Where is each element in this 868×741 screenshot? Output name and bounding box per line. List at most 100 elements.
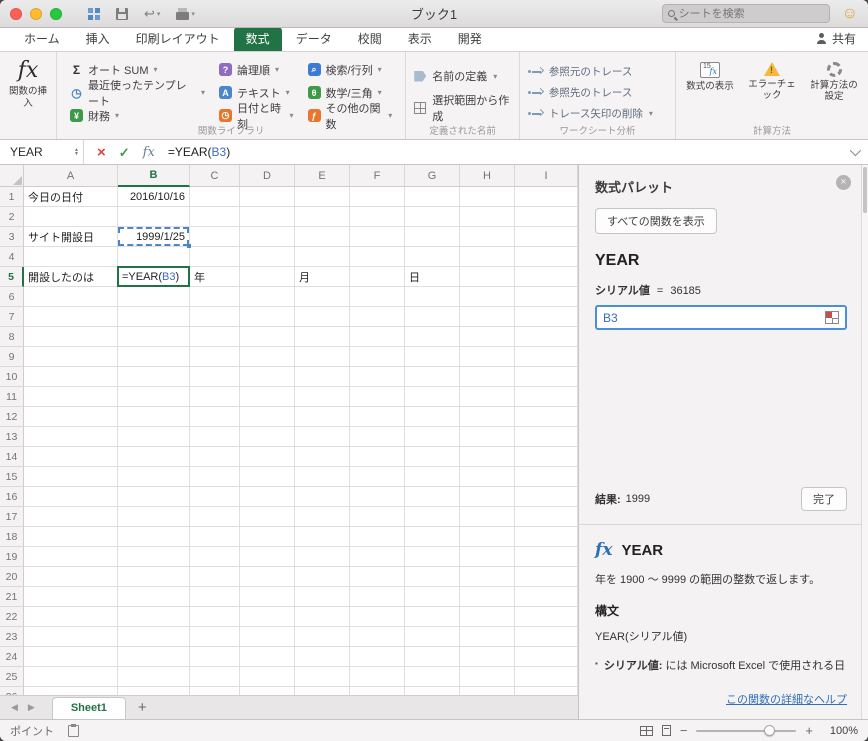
cell-I2[interactable] — [515, 207, 578, 227]
column-header-C[interactable]: C — [190, 165, 240, 187]
row-header-21[interactable]: 21 — [0, 587, 24, 607]
cell-E4[interactable] — [295, 247, 350, 267]
insert-function-fx-button[interactable]: fx — [143, 145, 155, 160]
share-button[interactable]: 共有 — [816, 30, 856, 51]
cell-G5[interactable]: 日 — [405, 267, 460, 287]
cell-H2[interactable] — [460, 207, 515, 227]
cell-G25[interactable] — [405, 667, 460, 687]
cell-I1[interactable] — [515, 187, 578, 207]
cell-E10[interactable] — [295, 367, 350, 387]
cell-E8[interactable] — [295, 327, 350, 347]
minimize-window-button[interactable] — [30, 7, 42, 20]
cell-D11[interactable] — [240, 387, 295, 407]
cell-I12[interactable] — [515, 407, 578, 427]
normal-view-icon[interactable] — [639, 725, 653, 736]
cell-H15[interactable] — [460, 467, 515, 487]
cell-C13[interactable] — [190, 427, 240, 447]
column-header-E[interactable]: E — [295, 165, 350, 187]
cell-F14[interactable] — [350, 447, 405, 467]
ribbon-create-from-selection-button[interactable]: 選択範囲から作成 — [414, 92, 511, 124]
cell-I14[interactable] — [515, 447, 578, 467]
zoom-in-button[interactable]: + — [805, 724, 813, 737]
cell-F21[interactable] — [350, 587, 405, 607]
search-box[interactable] — [661, 4, 830, 23]
ribbon-define-name-button[interactable]: 名前の定義 ▾ — [414, 68, 511, 84]
cell-H17[interactable] — [460, 507, 515, 527]
cell-H20[interactable] — [460, 567, 515, 587]
cell-F18[interactable] — [350, 527, 405, 547]
cell-H22[interactable] — [460, 607, 515, 627]
row-header-11[interactable]: 11 — [0, 387, 24, 407]
cell-D5[interactable] — [240, 267, 295, 287]
cell-E2[interactable] — [295, 207, 350, 227]
cell-D16[interactable] — [240, 487, 295, 507]
cell-B21[interactable] — [118, 587, 190, 607]
column-header-F[interactable]: F — [350, 165, 405, 187]
cell-F6[interactable] — [350, 287, 405, 307]
cell-C5[interactable]: 年 — [190, 267, 240, 287]
cell-H4[interactable] — [460, 247, 515, 267]
cell-D26[interactable] — [240, 687, 295, 695]
cell-G14[interactable] — [405, 447, 460, 467]
cell-G13[interactable] — [405, 427, 460, 447]
sheet-nav-left-icon[interactable]: ◀ — [6, 702, 23, 713]
cell-D18[interactable] — [240, 527, 295, 547]
cell-I11[interactable] — [515, 387, 578, 407]
cell-A15[interactable] — [24, 467, 118, 487]
cell-C11[interactable] — [190, 387, 240, 407]
row-header-4[interactable]: 4 — [0, 247, 24, 267]
cell-I20[interactable] — [515, 567, 578, 587]
cell-I16[interactable] — [515, 487, 578, 507]
cell-H5[interactable] — [460, 267, 515, 287]
cell-C15[interactable] — [190, 467, 240, 487]
column-header-I[interactable]: I — [515, 165, 578, 187]
cell-G23[interactable] — [405, 627, 460, 647]
cell-G24[interactable] — [405, 647, 460, 667]
row-header-13[interactable]: 13 — [0, 427, 24, 447]
cell-D13[interactable] — [240, 427, 295, 447]
cell-B9[interactable] — [118, 347, 190, 367]
cell-F9[interactable] — [350, 347, 405, 367]
argument-input[interactable] — [603, 310, 803, 325]
cell-B22[interactable] — [118, 607, 190, 627]
cell-E11[interactable] — [295, 387, 350, 407]
cell-F8[interactable] — [350, 327, 405, 347]
cell-A1[interactable]: 今日の日付 — [24, 187, 118, 207]
cell-A26[interactable] — [24, 687, 118, 695]
cell-B4[interactable] — [118, 247, 190, 267]
cell-I4[interactable] — [515, 247, 578, 267]
cell-C6[interactable] — [190, 287, 240, 307]
worksheet-grid[interactable]: A B C D E F G H I 1 今日の日付 2016/10/16 2 3 サイト開設日 1999/1/… — [0, 165, 578, 695]
row-header-9[interactable]: 9 — [0, 347, 24, 367]
cell-C12[interactable] — [190, 407, 240, 427]
cell-A18[interactable] — [24, 527, 118, 547]
ribbon-logical-button[interactable]: ? 論理順 ▾ — [214, 58, 299, 81]
cell-C9[interactable] — [190, 347, 240, 367]
cell-F25[interactable] — [350, 667, 405, 687]
cell-A20[interactable] — [24, 567, 118, 587]
cell-I15[interactable] — [515, 467, 578, 487]
close-window-button[interactable] — [10, 7, 22, 20]
cell-F10[interactable] — [350, 367, 405, 387]
tab-view[interactable]: 表示 — [396, 27, 444, 51]
cell-B1[interactable]: 2016/10/16 — [118, 187, 190, 207]
row-header-17[interactable]: 17 — [0, 507, 24, 527]
cell-F12[interactable] — [350, 407, 405, 427]
cell-C14[interactable] — [190, 447, 240, 467]
tab-insert[interactable]: 挿入 — [74, 27, 122, 51]
cell-F11[interactable] — [350, 387, 405, 407]
cell-C21[interactable] — [190, 587, 240, 607]
cell-I25[interactable] — [515, 667, 578, 687]
cell-H11[interactable] — [460, 387, 515, 407]
tab-developer[interactable]: 開発 — [446, 27, 494, 51]
cell-H18[interactable] — [460, 527, 515, 547]
cell-E12[interactable] — [295, 407, 350, 427]
cell-F20[interactable] — [350, 567, 405, 587]
cell-G6[interactable] — [405, 287, 460, 307]
cell-C16[interactable] — [190, 487, 240, 507]
cell-C3[interactable] — [190, 227, 240, 247]
cell-C23[interactable] — [190, 627, 240, 647]
ribbon-error-checking-button[interactable]: ! エラーチェック — [746, 62, 798, 102]
cell-B3[interactable]: 1999/1/25 — [118, 227, 191, 248]
row-header-19[interactable]: 19 — [0, 547, 24, 567]
